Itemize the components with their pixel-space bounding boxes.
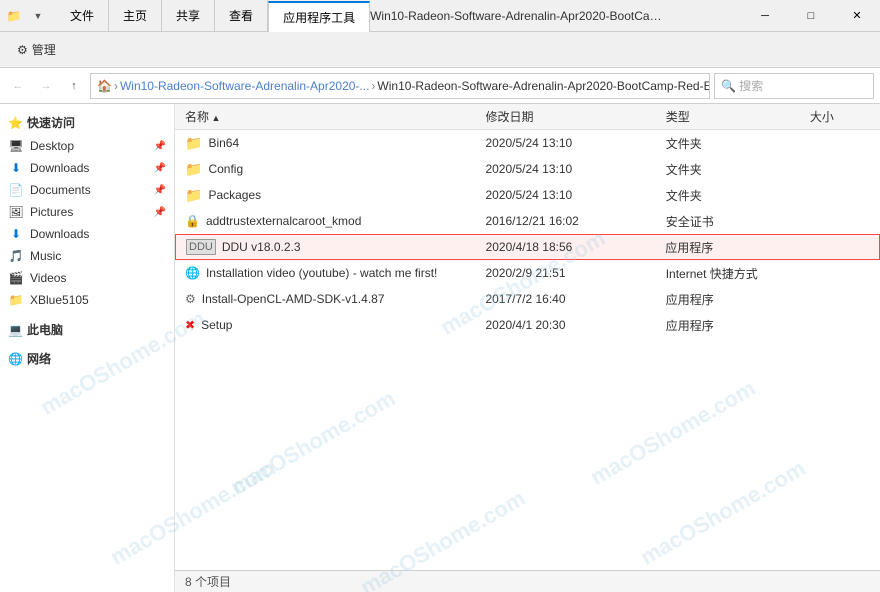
file-name-cell: 🔒 addtrustexternalcaroot_kmod [185,214,485,228]
close-button[interactable]: ✕ [834,0,880,31]
path-part-1[interactable]: 🏠 [97,79,112,93]
address-path[interactable]: 🏠 › Win10-Radeon-Software-Adrenalin-Apr2… [90,73,710,99]
table-row[interactable]: 📁 Config 2020/5/24 13:10 文件夹 [175,156,880,182]
tab-file[interactable]: 文件 [56,0,109,31]
sidebar-item-xblue5105[interactable]: 📁 XBlue5105 [0,289,174,311]
table-row[interactable]: ⚙ Install-OpenCL-AMD-SDK-v1.4.87 2017/7/… [175,286,880,312]
title-bar: 📁 ▼ 文件 主页 共享 查看 应用程序工具 Win10-Radeon-Soft… [0,0,880,32]
search-box[interactable]: 🔍 搜索 [714,73,874,99]
ribbon-manage[interactable]: ⚙ 管理 [8,36,65,63]
table-row[interactable]: 📁 Bin64 2020/5/24 13:10 文件夹 [175,130,880,156]
file-list: 📁 Bin64 2020/5/24 13:10 文件夹 📁 Config 202… [175,130,880,570]
file-name-cell: ⚙ Install-OpenCL-AMD-SDK-v1.4.87 [185,292,485,306]
downloads-icon-1: ⬇ [8,160,24,176]
sidebar-item-pictures[interactable]: 🖼 Pictures 📌 [0,201,174,223]
sidebar-header-quickaccess[interactable]: ⭐ 快速访问 [0,110,174,135]
sidebar-item-desktop[interactable]: 🖥 Desktop 📌 [0,135,174,157]
back-button[interactable]: ← [6,74,30,98]
col-header-type[interactable]: 类型 [666,108,810,125]
up-button[interactable]: ↑ [62,74,86,98]
link-icon: 🌐 [185,266,200,280]
file-name-cell: ✖ Setup [185,318,485,332]
app-icon-setup: ✖ [185,318,195,332]
sidebar-item-documents[interactable]: 📄 Documents 📌 [0,179,174,201]
table-row[interactable]: ✖ Setup 2020/4/1 20:30 应用程序 [175,312,880,338]
title-bar-left: 📁 ▼ [0,4,56,28]
folder-icon-xblue: 📁 [8,292,24,308]
col-header-date[interactable]: 修改日期 [485,108,665,125]
table-row[interactable]: 🔒 addtrustexternalcaroot_kmod 2016/12/21… [175,208,880,234]
documents-icon: 📄 [8,182,24,198]
pictures-icon: 🖼 [8,204,24,220]
app-icon: 📁 [6,8,22,24]
minimize-button[interactable]: ─ [742,0,788,31]
videos-icon: 🎬 [8,270,24,286]
window-title: Win10-Radeon-Software-Adrenalin-Apr2020-… [370,9,742,23]
file-name-cell: 📁 Bin64 [185,135,485,152]
app-icon-opencl: ⚙ [185,292,196,306]
table-row[interactable]: 📁 Packages 2020/5/24 13:10 文件夹 [175,182,880,208]
downloads-icon-2: ⬇ [8,226,24,242]
ribbon-tabs: 文件 主页 共享 查看 应用程序工具 [56,0,370,31]
file-content: 名称 修改日期 类型 大小 📁 Bin64 2020/5/24 13:10 文件… [175,104,880,592]
folder-icon: 📁 [185,187,202,204]
sidebar: ⭐ 快速访问 🖥 Desktop 📌 ⬇ Downloads 📌 📄 Docum… [0,104,175,592]
quick-access-btn: ▼ [26,4,50,28]
tab-app-tools[interactable]: 应用程序工具 [268,1,370,32]
main-layout: ⭐ 快速访问 🖥 Desktop 📌 ⬇ Downloads 📌 📄 Docum… [0,104,880,592]
sidebar-item-videos[interactable]: 🎬 Videos [0,267,174,289]
table-row[interactable]: DDU DDU v18.0.2.3 2020/4/18 18:56 应用程序 [175,234,880,260]
sidebar-header-network[interactable]: 🌐 网络 [0,346,174,371]
tab-share[interactable]: 共享 [162,0,215,31]
path-part-2[interactable]: Win10-Radeon-Software-Adrenalin-Apr2020-… [120,79,369,93]
status-bar: 8 个项目 [175,570,880,592]
music-icon: 🎵 [8,248,24,264]
col-header-size[interactable]: 大小 [810,108,870,125]
file-name-cell: 📁 Config [185,161,485,178]
sidebar-item-downloads[interactable]: ⬇ Downloads [0,223,174,245]
maximize-button[interactable]: □ [788,0,834,31]
ribbon: ⚙ 管理 [0,32,880,68]
file-name-cell: DDU DDU v18.0.2.3 [186,239,486,255]
path-part-3[interactable]: Win10-Radeon-Software-Adrenalin-Apr2020-… [377,79,710,93]
sidebar-item-downloads-pinned[interactable]: ⬇ Downloads 📌 [0,157,174,179]
folder-icon: 📁 [185,135,202,152]
address-bar: ← → ↑ 🏠 › Win10-Radeon-Software-Adrenali… [0,68,880,104]
sidebar-item-music[interactable]: 🎵 Music [0,245,174,267]
forward-button[interactable]: → [34,74,58,98]
file-name-cell: 🌐 Installation video (youtube) - watch m… [185,266,485,280]
ddu-icon: DDU [186,239,216,255]
sidebar-header-thispc[interactable]: 💻 此电脑 [0,317,174,342]
file-name-cell: 📁 Packages [185,187,485,204]
desktop-icon: 🖥 [8,138,24,154]
col-header-name[interactable]: 名称 [185,108,485,125]
window-controls: ─ □ ✕ [742,0,880,31]
table-row[interactable]: 🌐 Installation video (youtube) - watch m… [175,260,880,286]
column-headers: 名称 修改日期 类型 大小 [175,104,880,130]
folder-icon: 📁 [185,161,202,178]
tab-home[interactable]: 主页 [109,0,162,31]
cert-icon: 🔒 [185,214,200,228]
tab-view[interactable]: 查看 [215,0,268,31]
